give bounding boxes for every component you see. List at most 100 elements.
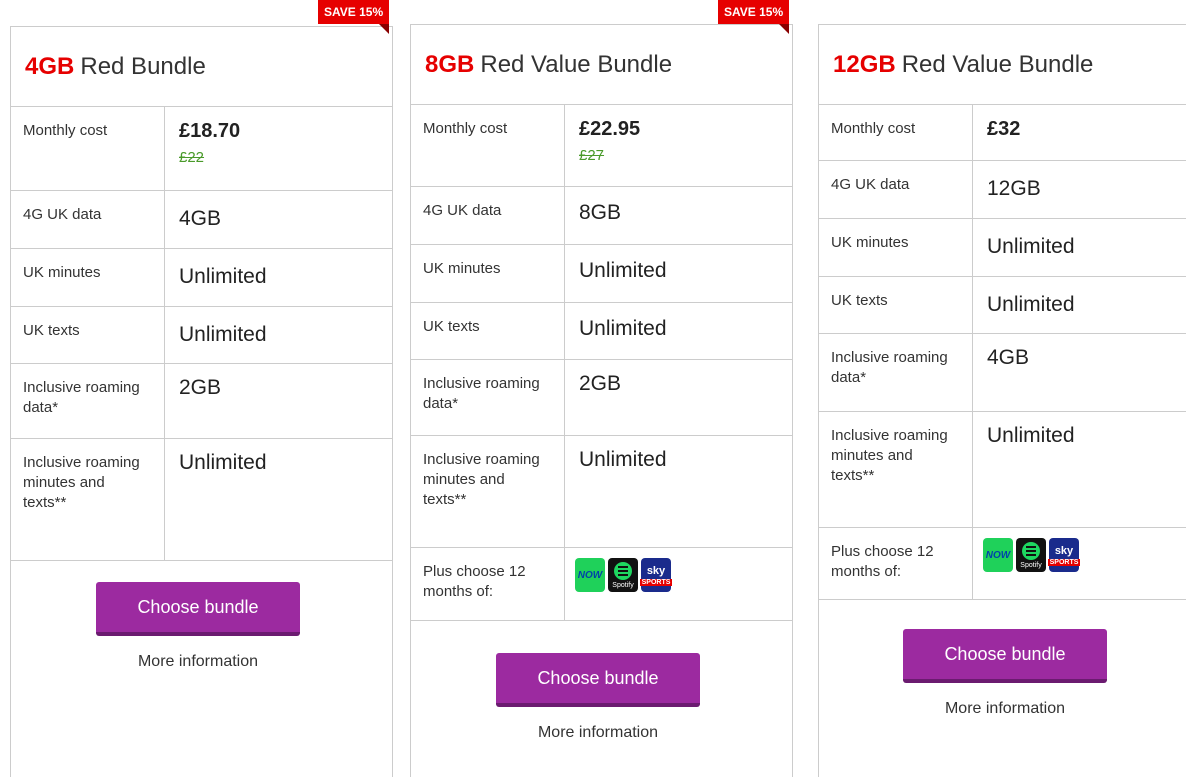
more-information-link[interactable]: More information: [496, 724, 700, 742]
row-value: 4GB: [179, 207, 222, 230]
row-value: Unlimited: [179, 265, 267, 288]
more-information-link[interactable]: More information: [903, 700, 1107, 718]
row-label: Monthly cost: [411, 105, 565, 186]
card-title: 12GB Red Value Bundle: [819, 25, 1186, 105]
row-value: £18.70 £22: [165, 107, 392, 190]
now-tv-logo-text: NOW: [985, 549, 1011, 561]
row-value: Unlimited: [579, 317, 667, 340]
row-label: UK minutes: [411, 245, 565, 302]
row-roaming-data: Inclusive roaming data* 2GB: [11, 364, 392, 439]
row-label: UK minutes: [11, 249, 165, 306]
save-badge: SAVE 15%: [718, 0, 790, 34]
row-roaming-minutes: Inclusive roaming minutes and texts** Un…: [819, 412, 1186, 528]
old-price: £27: [579, 147, 605, 164]
row-value: Unlimited: [579, 259, 667, 282]
price: £18.70: [179, 120, 241, 142]
sky-sports-logo[interactable]: sky SPORTS: [1047, 538, 1081, 572]
row-monthly-cost: Monthly cost £18.70 £22: [11, 107, 392, 191]
row-value: NOW Spotify sky SPORTS: [565, 548, 792, 620]
row-label: UK minutes: [819, 219, 973, 276]
row-label: Inclusive roaming data*: [11, 364, 165, 438]
row-data: 4G UK data 12GB: [819, 161, 1186, 219]
row-label: Monthly cost: [11, 107, 165, 190]
row-minutes: UK minutes Unlimited: [11, 249, 392, 307]
card-title-name: Red Value Bundle: [480, 50, 673, 78]
spotify-icon: [614, 561, 632, 580]
choose-bundle-button[interactable]: Choose bundle: [96, 582, 300, 636]
row-value: 2GB: [579, 372, 622, 395]
choose-bundle-button[interactable]: Choose bundle: [903, 629, 1107, 683]
more-information-link[interactable]: More information: [96, 653, 300, 671]
spotify-icon: [1022, 541, 1040, 560]
sky-sports-text: SPORTS: [639, 578, 673, 586]
row-label: Inclusive roaming data*: [819, 334, 973, 411]
row-value: Unlimited: [179, 323, 267, 346]
sky-sports-text: SPORTS: [1047, 558, 1081, 566]
now-tv-logo[interactable]: NOW: [983, 538, 1013, 572]
row-label: 4G UK data: [11, 191, 165, 248]
old-price: £22: [179, 149, 205, 166]
card-title-gb: 8GB: [425, 50, 475, 78]
row-roaming-minutes: Inclusive roaming minutes and texts** Un…: [11, 439, 392, 561]
card-title: 8GB Red Value Bundle: [411, 25, 792, 105]
row-label: 4G UK data: [411, 187, 565, 244]
row-value: Unlimited: [987, 424, 1075, 447]
sky-logo-text: sky: [1054, 544, 1074, 557]
row-label: Plus choose 12 months of:: [819, 528, 973, 599]
row-label: Inclusive roaming minutes and texts**: [819, 412, 973, 527]
row-monthly-cost: Monthly cost £22.95 £27: [411, 105, 792, 187]
row-value: £32: [973, 105, 1186, 160]
row-texts: UK texts Unlimited: [819, 277, 1186, 334]
card-title: 4GB Red Bundle: [11, 27, 392, 107]
row-label: 4G UK data: [819, 161, 973, 218]
row-minutes: UK minutes Unlimited: [411, 245, 792, 303]
card-title-gb: 4GB: [25, 52, 75, 80]
row-label: Monthly cost: [819, 105, 973, 160]
row-value: 8GB: [579, 201, 622, 224]
row-label: Inclusive roaming minutes and texts**: [411, 436, 565, 547]
row-monthly-cost: Monthly cost £32: [819, 105, 1186, 161]
row-plus-choose: Plus choose 12 months of: NOW Spotify sk…: [819, 528, 1186, 600]
row-value: 2GB: [179, 376, 222, 399]
content-logos: NOW Spotify sky SPORTS: [983, 538, 1176, 572]
card-title-name: Red Bundle: [80, 52, 206, 80]
row-texts: UK texts Unlimited: [411, 303, 792, 360]
row-label: UK texts: [819, 277, 973, 333]
spotify-logo-text: Spotify: [612, 581, 634, 589]
row-value: Unlimited: [987, 293, 1075, 316]
save-badge: SAVE 15%: [318, 0, 390, 34]
row-roaming-data: Inclusive roaming data* 2GB: [411, 360, 792, 436]
row-value: Unlimited: [987, 235, 1075, 258]
row-label: UK texts: [11, 307, 165, 363]
row-texts: UK texts Unlimited: [11, 307, 392, 364]
now-tv-logo-text: NOW: [577, 569, 603, 581]
row-value: Unlimited: [579, 448, 667, 471]
price: £32: [987, 118, 1021, 140]
row-value: 4GB: [987, 346, 1030, 369]
row-data: 4G UK data 4GB: [11, 191, 392, 249]
row-label: UK texts: [411, 303, 565, 359]
row-value: NOW Spotify sky SPORTS: [973, 528, 1186, 599]
spotify-logo[interactable]: Spotify: [1016, 538, 1046, 572]
card-title-name: Red Value Bundle: [901, 50, 1094, 78]
row-label: Inclusive roaming minutes and texts**: [11, 439, 165, 560]
row-roaming-data: Inclusive roaming data* 4GB: [819, 334, 1186, 412]
row-value: 12GB: [987, 177, 1041, 200]
row-roaming-minutes: Inclusive roaming minutes and texts** Un…: [411, 436, 792, 548]
now-tv-logo[interactable]: NOW: [575, 558, 605, 592]
card-title-gb: 12GB: [833, 50, 896, 78]
row-label: Inclusive roaming data*: [411, 360, 565, 435]
spotify-logo[interactable]: Spotify: [608, 558, 638, 592]
row-plus-choose: Plus choose 12 months of: NOW Spotify sk…: [411, 548, 792, 621]
row-minutes: UK minutes Unlimited: [819, 219, 1186, 277]
price: £22.95: [579, 118, 641, 140]
row-value: £22.95 £27: [565, 105, 792, 186]
sky-sports-logo[interactable]: sky SPORTS: [639, 558, 673, 592]
row-label: Plus choose 12 months of:: [411, 548, 565, 620]
row-data: 4G UK data 8GB: [411, 187, 792, 245]
spotify-logo-text: Spotify: [1020, 561, 1042, 569]
row-value: Unlimited: [179, 451, 267, 474]
sky-logo-text: sky: [646, 564, 666, 577]
content-logos: NOW Spotify sky SPORTS: [575, 558, 782, 592]
choose-bundle-button[interactable]: Choose bundle: [496, 653, 700, 707]
